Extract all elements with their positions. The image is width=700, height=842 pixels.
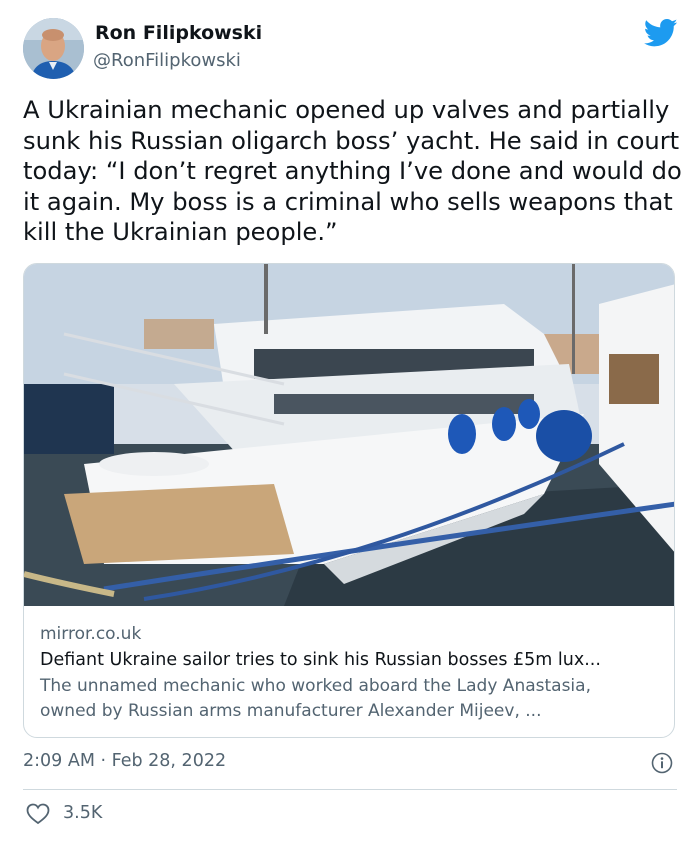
card-title[interactable]: Defiant Ukraine sailor tries to sink his… [40, 646, 660, 674]
twitter-bird-icon[interactable] [643, 18, 678, 48]
link-card[interactable]: mirror.co.uk Defiant Ukraine sailor trie… [23, 263, 675, 738]
tweet-timestamp[interactable]: 2:09 AM · Feb 28, 2022 [23, 751, 226, 771]
author-handle[interactable]: @RonFilipkowski [93, 50, 241, 71]
tweet-text: A Ukrainian mechanic opened up valves an… [23, 96, 682, 246]
author-name[interactable]: Ron Filipkowski [95, 22, 262, 44]
avatar[interactable] [23, 18, 84, 79]
like-count[interactable]: 3.5K [63, 803, 102, 823]
card-body[interactable]: mirror.co.uk Defiant Ukraine sailor trie… [40, 622, 660, 724]
heart-icon[interactable] [26, 803, 50, 825]
card-description-line-1: The unnamed mechanic who worked aboard t… [40, 676, 591, 696]
card-description-line-2: owned by Russian arms manufacturer Alexa… [40, 701, 542, 721]
info-icon[interactable] [651, 752, 673, 774]
divider [23, 789, 677, 790]
yacht-photo [24, 264, 674, 606]
card-domain[interactable]: mirror.co.uk [40, 622, 660, 646]
